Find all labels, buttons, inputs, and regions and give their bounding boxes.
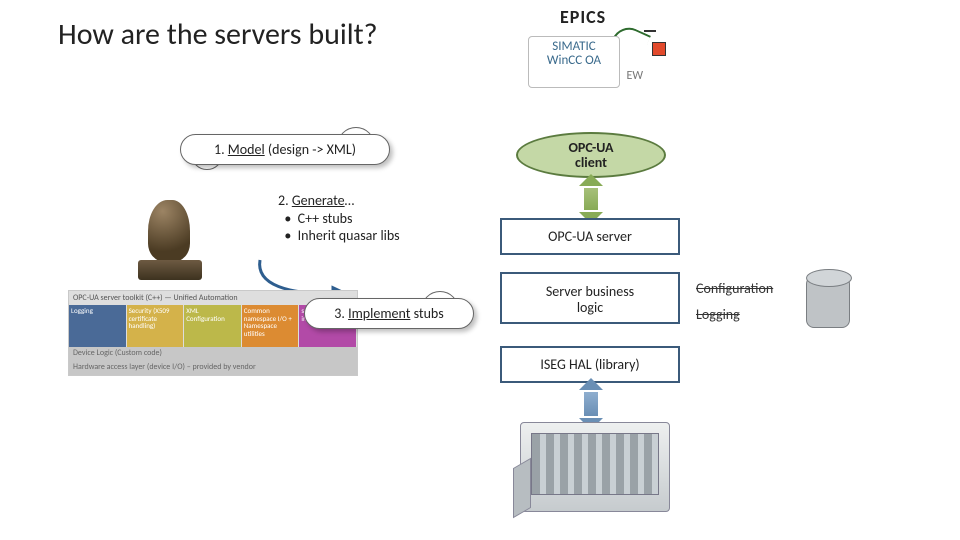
configuration-label: Configuration (696, 280, 773, 297)
biz-l1: Server business (546, 283, 634, 300)
step3-cloud: 3. Implement stubs (304, 298, 474, 329)
step2-bullet2: Inherit quasar libs (298, 227, 400, 244)
simatic-logo: SIMATIC WinCC OA EW (528, 36, 620, 88)
step2-ellipsis: … (345, 192, 355, 209)
step2-number: 2. (278, 192, 289, 209)
step1-tail: (design -> XML) (265, 141, 356, 158)
step2-keyword: Generate (292, 192, 345, 209)
step3-number: 3. (334, 305, 345, 322)
epics-logo: EPICS (560, 6, 606, 28)
step1-cloud: 1. Model (design -> XML) (180, 134, 390, 165)
tk-row3: Hardware access layer (device I/O) – pro… (69, 361, 357, 375)
simatic-line2: WinCC OA (529, 54, 619, 68)
slide-title: How are the servers built? (58, 16, 378, 53)
logging-label: Logging (696, 306, 740, 323)
opcua-client-oval: OPC-UA client (516, 132, 666, 178)
client-logos: EPICS SIMATIC WinCC OA EW (498, 6, 678, 96)
cylinder-icon (806, 276, 850, 328)
tk-row2: Device Logic (Custom code) (69, 347, 357, 361)
step1-number: 1. (214, 141, 225, 158)
step3-tail: stubs (410, 305, 443, 322)
labview-text: EW (626, 70, 643, 83)
arrow-hal-hardware-icon (584, 392, 598, 416)
step2-block: 2. Generate… • C++ stubs • Inherit quasa… (278, 192, 400, 245)
step3-keyword: Implement (348, 305, 410, 322)
tk-c0: Logging (71, 307, 124, 315)
thinker-image (130, 180, 210, 280)
tk-c2: XML Configuration (186, 307, 239, 322)
arrow-client-server-icon (584, 188, 598, 210)
business-logic-box: Server business logic (500, 272, 680, 324)
simatic-line1: SIMATIC (529, 40, 619, 54)
hardware-crate-image (520, 422, 670, 512)
labview-icon (628, 22, 668, 64)
opcua-server-box: OPC-UA server (500, 218, 680, 255)
step2-bullet1: C++ stubs (298, 210, 353, 227)
client-l2: client (575, 154, 607, 171)
step1-keyword: Model (228, 141, 265, 158)
tk-c1: Security (X509 certificate handling) (129, 307, 182, 330)
tk-c3: Common namespace I/O + Namespace utiliti… (244, 307, 297, 338)
biz-l2: logic (577, 299, 603, 316)
